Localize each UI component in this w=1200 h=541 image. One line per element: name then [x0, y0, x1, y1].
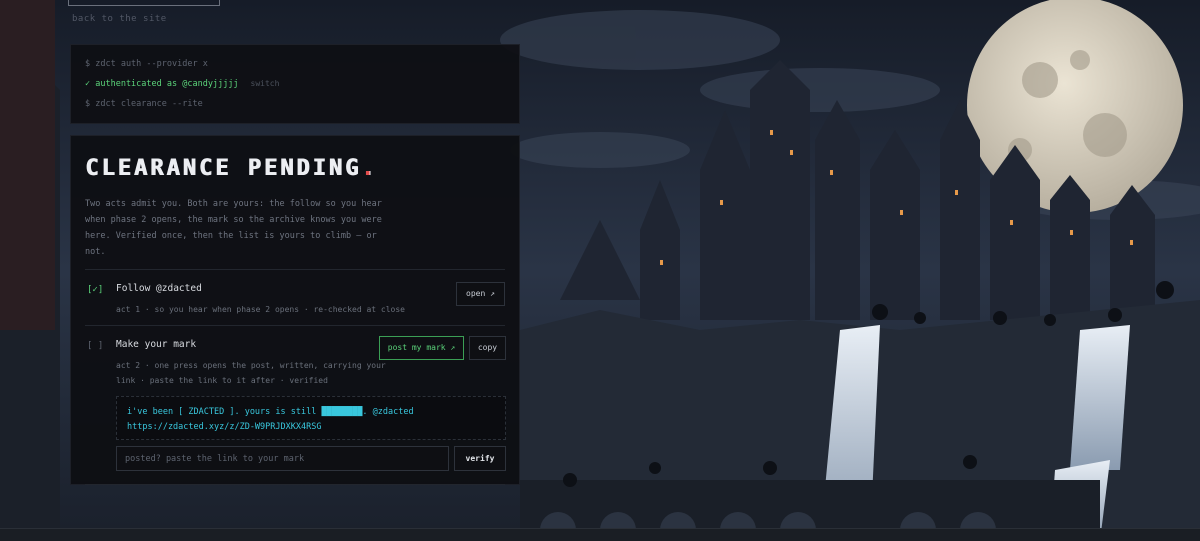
top-bracket-decoration — [68, 0, 220, 6]
back-to-site-link[interactable]: back to the site — [72, 14, 167, 24]
task-checkbox-empty: [ ] — [87, 341, 104, 351]
verify-button[interactable]: verify — [454, 446, 506, 471]
mark-text-line: i've been [ ZDACTED ]. yours is still ██… — [127, 407, 414, 417]
post-link-input[interactable] — [116, 446, 449, 471]
task-checkbox-checked: [✓] — [87, 285, 104, 295]
intro-text: Two acts admit you. Both are yours: the … — [85, 199, 382, 257]
auth-status: ✓ authenticated as @candyjjjjj — [85, 79, 239, 89]
copy-button[interactable]: copy — [469, 336, 506, 360]
task-title: Make your mark — [116, 339, 197, 350]
post-mark-button[interactable]: post my mark ↗ — [379, 336, 464, 360]
mark-text-preview: i've been [ ZDACTED ]. yours is still ██… — [116, 396, 506, 440]
task-follow: [✓] Follow @zdacted act 1 · so you hear … — [85, 270, 505, 325]
bottom-bar — [0, 528, 1200, 541]
stone-bridge — [520, 480, 1100, 530]
task-subtitle: act 1 · so you hear when phase 2 opens ·… — [116, 305, 405, 314]
left-tower — [0, 0, 55, 330]
divider — [85, 484, 505, 485]
open-follow-button[interactable]: open ↗ — [456, 282, 505, 306]
title-accent-dot: . — [361, 156, 378, 181]
auth-command: $ zdct auth --provider x — [85, 59, 208, 69]
switch-account-link[interactable]: switch — [251, 79, 280, 88]
clearance-card: CLEARANCE PENDING. Two acts admit you. B… — [70, 135, 520, 485]
clearance-command: $ zdct clearance --rite — [85, 99, 203, 109]
task-mark: [ ] Make your mark act 2 · one press ope… — [85, 326, 506, 484]
mark-link: https://zdacted.xyz/z/ZD-W9PRJDXKX4RSG — [127, 422, 322, 432]
auth-status-line: ✓ authenticated as @candyjjjjj switch — [85, 77, 505, 91]
task-title: Follow @zdacted — [116, 283, 202, 294]
task-subtitle: act 2 · one press opens the post, writte… — [116, 361, 386, 385]
terminal-panel: $ zdct auth --provider x ✓ authenticated… — [70, 44, 520, 124]
page-title: CLEARANCE PENDING. — [85, 156, 378, 181]
